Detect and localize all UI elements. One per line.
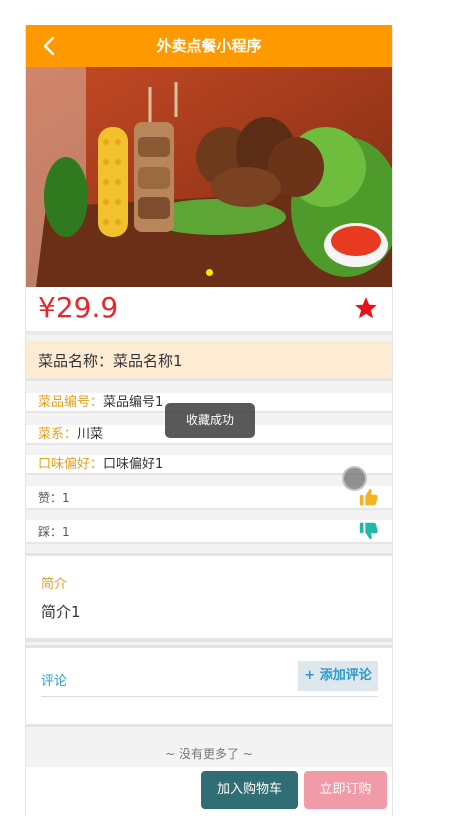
star-icon[interactable] bbox=[353, 295, 379, 321]
likes-row: 赞：1 bbox=[26, 486, 392, 510]
thumbs-up-icon[interactable] bbox=[358, 486, 380, 508]
thumbs-down-icon[interactable] bbox=[358, 520, 380, 542]
nav-bar: 外卖点餐小程序 bbox=[26, 25, 392, 67]
divider bbox=[41, 696, 378, 697]
comment-label: 评论 bbox=[41, 674, 68, 689]
dish-photo[interactable] bbox=[26, 67, 392, 287]
likes-value: 1 bbox=[62, 491, 70, 505]
add-to-cart-button[interactable]: 加入购物车 bbox=[201, 771, 298, 809]
order-now-button[interactable]: 立即订购 bbox=[304, 771, 387, 809]
add-comment-button[interactable]: + 添加评论 bbox=[298, 661, 378, 691]
intro-card: 简介 简介1 bbox=[26, 553, 392, 642]
comment-card: 评论 + 添加评论 bbox=[26, 645, 392, 727]
dislikes-value: 1 bbox=[62, 525, 70, 539]
favorite-success-toast: 收藏成功 bbox=[165, 403, 255, 438]
page-title: 外卖点餐小程序 bbox=[156, 37, 262, 55]
carousel-dot[interactable] bbox=[206, 269, 213, 276]
dish-number-label: 菜品编号： bbox=[38, 395, 104, 410]
dish-name-row: 菜品名称：菜品名称1 bbox=[26, 341, 392, 381]
dish-number-value: 菜品编号1 bbox=[103, 395, 164, 410]
taste-value: 口味偏好1 bbox=[103, 457, 164, 472]
dish-name-label: 菜品名称： bbox=[38, 352, 114, 370]
cuisine-value: 川菜 bbox=[77, 427, 104, 442]
touch-indicator bbox=[342, 466, 367, 491]
bottom-action-bar: 加入购物车 立即订购 bbox=[26, 767, 392, 816]
cuisine-label: 菜系： bbox=[38, 427, 78, 442]
mini-program-screen: 外卖点餐小程序 ¥29.9 菜品名称：菜品名称1 菜品编号：菜品编号1 菜系：川… bbox=[25, 25, 393, 816]
dish-name-value: 菜品名称1 bbox=[113, 352, 183, 370]
likes-label: 赞： bbox=[38, 491, 63, 505]
intro-text: 简介1 bbox=[41, 603, 81, 621]
dislikes-label: 踩： bbox=[38, 525, 63, 539]
no-more-text: ~ 没有更多了 ~ bbox=[165, 747, 253, 761]
taste-row: 口味偏好：口味偏好1 bbox=[26, 455, 392, 475]
price: ¥29.9 bbox=[38, 291, 119, 324]
taste-label: 口味偏好： bbox=[38, 457, 104, 472]
intro-label: 简介 bbox=[41, 577, 68, 592]
grilled-food-image bbox=[26, 67, 392, 287]
dislikes-row: 踩：1 bbox=[26, 520, 392, 544]
price-card: ¥29.9 bbox=[26, 287, 392, 335]
